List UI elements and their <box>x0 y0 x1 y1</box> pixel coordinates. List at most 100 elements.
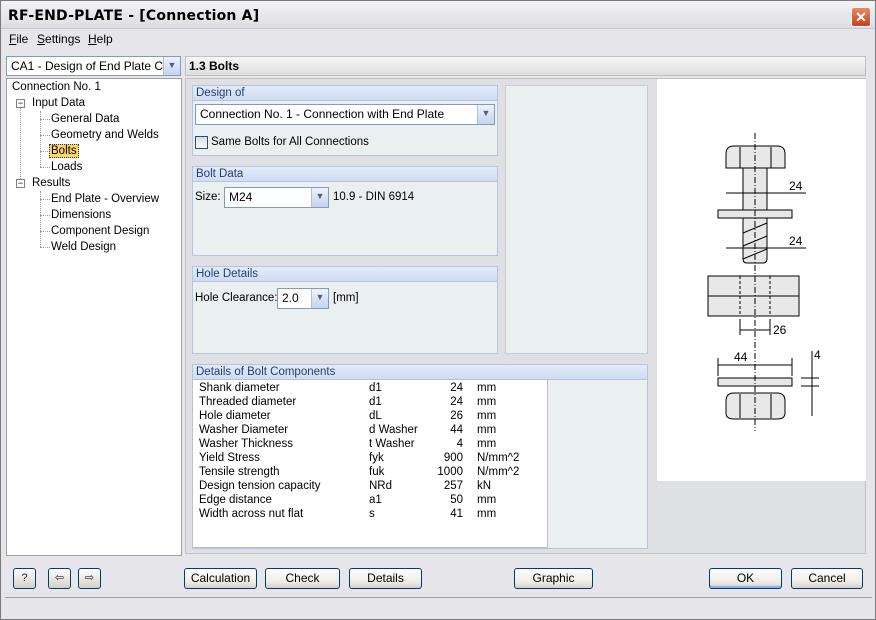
value: 900 <box>443 452 463 464</box>
graphic-button[interactable]: Graphic <box>514 568 593 589</box>
tree-item-dimensions[interactable]: Dimensions <box>51 209 111 221</box>
component-name: Tensile strength <box>199 466 280 478</box>
unit: mm <box>477 410 497 422</box>
table-row: Width across nut flat s 41 mm <box>199 508 539 522</box>
bolt-drawing: 24 24 26 44 4 <box>707 133 821 431</box>
help-icon: ? <box>21 572 28 584</box>
details-button[interactable]: Details <box>349 568 422 589</box>
chevron-down-icon[interactable]: ▼ <box>311 289 328 308</box>
component-name: Edge distance <box>199 494 272 506</box>
bolt-data-group: Bolt Data <box>192 166 498 256</box>
group-title: Details of Bolt Components <box>193 365 647 380</box>
menu-help[interactable]: Help <box>88 32 113 46</box>
size-label: Size: <box>195 191 221 203</box>
ok-button[interactable]: OK <box>709 568 782 589</box>
calculation-button[interactable]: Calculation <box>184 568 257 589</box>
collapse-icon[interactable]: − <box>16 179 25 188</box>
unit: kN <box>477 480 492 492</box>
component-name: Yield Stress <box>199 452 260 464</box>
table-row: Hole diameter dL 26 mm <box>199 410 539 424</box>
bolt-components-list[interactable]: Shank diameter d1 24 mm Threaded diameter d1 2… <box>192 379 548 548</box>
tree-item-loads[interactable]: Loads <box>51 161 82 173</box>
previous-button[interactable]: ⇦ <box>48 568 71 589</box>
tree-input-data[interactable]: Input Data <box>32 97 85 109</box>
symbol: d1 <box>369 382 382 394</box>
tree-item-general-data[interactable]: General Data <box>51 113 119 125</box>
dim-washer-thickness: 4 <box>814 348 821 362</box>
value: 4 <box>456 438 463 450</box>
hole-clearance-unit: [mm] <box>333 292 359 304</box>
value: 1000 <box>437 466 463 478</box>
help-button[interactable]: ? <box>13 568 36 589</box>
symbol: t Washer <box>369 438 415 450</box>
hole-clearance-label: Hole Clearance: <box>195 292 278 304</box>
dim-shank: 24 <box>789 179 803 193</box>
tree-item-geometry-welds[interactable]: Geometry and Welds <box>51 129 159 141</box>
chevron-down-icon[interactable]: ▼ <box>163 57 180 75</box>
hole-details-group: Hole Details <box>192 266 498 354</box>
next-button[interactable]: ⇨ <box>78 568 101 589</box>
window-title: RF-END-PLATE - [Connection A] <box>8 8 260 24</box>
value: 24 <box>450 396 463 408</box>
tree-item-bolts[interactable]: Bolts <box>49 144 79 158</box>
unit: mm <box>477 494 497 506</box>
table-row: Design tension capacity NRd 257 kN <box>199 480 539 494</box>
group-title: Hole Details <box>193 267 497 282</box>
connection-select[interactable]: Connection No. 1 - Connection with End P… <box>195 104 495 125</box>
tree-item-end-plate-overview[interactable]: End Plate - Overview <box>51 193 159 205</box>
menu-bar: File Settings Help <box>1 29 875 49</box>
check-button[interactable]: Check <box>265 568 340 589</box>
close-icon[interactable]: ✕ <box>851 7 871 27</box>
unit: mm <box>477 396 497 408</box>
title-bar: RF-END-PLATE - [Connection A] ✕ <box>1 1 875 29</box>
symbol: d1 <box>369 396 382 408</box>
component-name: Design tension capacity <box>199 480 321 492</box>
unit: mm <box>477 438 497 450</box>
bolt-grade: 10.9 - DIN 6914 <box>333 191 415 203</box>
hole-clearance-value: 2.0 <box>282 291 299 305</box>
dim-thread: 24 <box>789 234 803 248</box>
value: 26 <box>450 410 463 422</box>
symbol: NRd <box>369 480 393 492</box>
symbol: d Washer <box>369 424 418 436</box>
collapse-icon[interactable]: − <box>16 99 25 108</box>
tree-root[interactable]: Connection No. 1 <box>12 81 101 93</box>
unit: N/mm^2 <box>477 466 520 478</box>
value: 257 <box>443 480 463 492</box>
bolt-size-select[interactable]: M24 ▼ <box>224 187 329 208</box>
section-title: 1.3 Bolts <box>185 56 866 76</box>
menu-file[interactable]: File <box>9 32 28 46</box>
component-name: Shank diameter <box>199 382 280 394</box>
component-name: Washer Thickness <box>199 438 293 450</box>
tree-item-weld-design[interactable]: Weld Design <box>51 241 116 253</box>
group-title: Design of <box>193 86 497 101</box>
table-row: Shank diameter d1 24 mm <box>199 382 539 396</box>
same-bolts-label: Same Bolts for All Connections <box>211 136 369 148</box>
unit: mm <box>477 424 497 436</box>
cancel-button[interactable]: Cancel <box>791 568 863 589</box>
value: 41 <box>450 508 463 520</box>
dim-washer-diameter: 44 <box>734 350 748 364</box>
unit: N/mm^2 <box>477 452 520 464</box>
case-select[interactable]: CA1 - Design of End Plate Conr ▼ <box>6 56 181 76</box>
symbol: a1 <box>369 494 382 506</box>
dim-hole: 26 <box>773 323 787 337</box>
case-select-value: CA1 - Design of End Plate Conr <box>11 59 181 73</box>
tree-item-component-design[interactable]: Component Design <box>51 225 149 237</box>
hole-clearance-select[interactable]: 2.0 ▼ <box>277 288 329 309</box>
tree-results[interactable]: Results <box>32 177 70 189</box>
menu-settings[interactable]: Settings <box>37 32 80 46</box>
table-row: Yield Stress fyk 900 N/mm^2 <box>199 452 539 466</box>
status-bar <box>5 597 872 617</box>
component-name: Width across nut flat <box>199 508 304 520</box>
value: 50 <box>450 494 463 506</box>
same-bolts-checkbox[interactable] <box>195 136 208 149</box>
chevron-down-icon[interactable]: ▼ <box>477 105 494 124</box>
unit: mm <box>477 508 497 520</box>
table-row: Tensile strength fuk 1000 N/mm^2 <box>199 466 539 480</box>
main-window: RF-END-PLATE - [Connection A] ✕ File Set… <box>0 0 876 620</box>
bolt-graphic: 24 24 26 44 4 <box>657 79 866 481</box>
chevron-down-icon[interactable]: ▼ <box>311 188 328 207</box>
navigation-tree: Connection No. 1 − Input Data General Da… <box>6 78 182 556</box>
next-icon: ⇨ <box>84 572 95 584</box>
